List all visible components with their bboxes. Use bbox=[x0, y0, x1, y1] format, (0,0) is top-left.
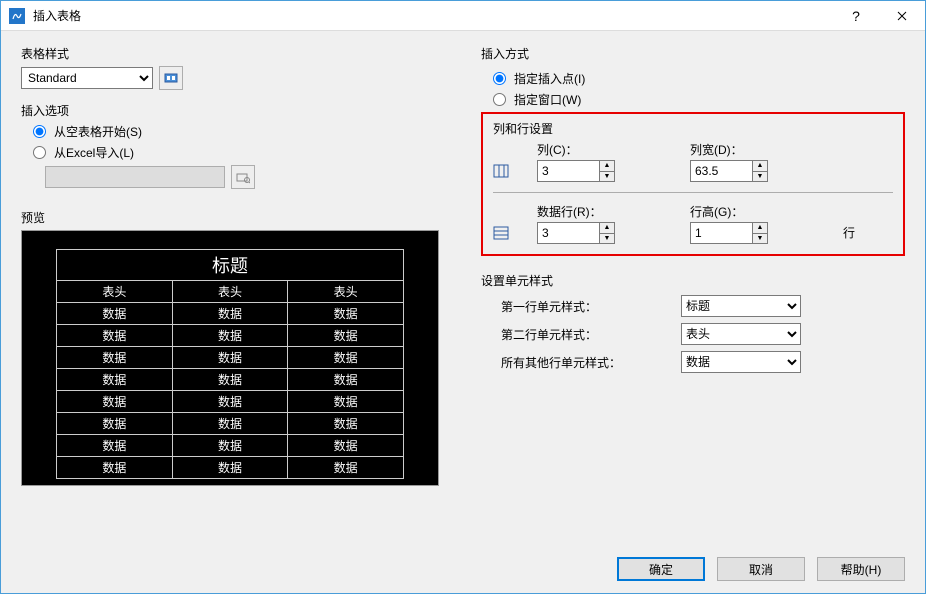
dialog-footer: 确定 取消 帮助(H) bbox=[617, 557, 905, 581]
preview-data-cell: 数据 bbox=[172, 325, 288, 347]
columns-input[interactable] bbox=[537, 160, 599, 182]
radio-empty-table[interactable] bbox=[33, 125, 46, 138]
preview-header-cell: 表头 bbox=[172, 281, 288, 303]
excel-path-input bbox=[45, 166, 225, 188]
preview-data-cell: 数据 bbox=[172, 347, 288, 369]
preview-data-cell: 数据 bbox=[288, 325, 404, 347]
row-height-up[interactable]: ▲ bbox=[753, 223, 767, 234]
col-width-down[interactable]: ▼ bbox=[753, 172, 767, 182]
radio-empty-table-label: 从空表格开始(S) bbox=[54, 123, 142, 140]
preview-data-cell: 数据 bbox=[57, 369, 173, 391]
preview-data-cell: 数据 bbox=[288, 391, 404, 413]
titlebar: 插入表格 ? bbox=[1, 1, 925, 31]
col-row-settings-label: 列和行设置 bbox=[493, 120, 893, 137]
browse-file-button[interactable] bbox=[231, 165, 255, 189]
cancel-button[interactable]: 取消 bbox=[717, 557, 805, 581]
ok-button[interactable]: 确定 bbox=[617, 557, 705, 581]
dialog-title: 插入表格 bbox=[33, 7, 833, 24]
rows-icon bbox=[493, 225, 509, 241]
data-rows-label: 数据行(R)： bbox=[537, 203, 682, 220]
insert-options-label: 插入选项 bbox=[21, 102, 451, 119]
columns-spinner[interactable]: ▲▼ bbox=[537, 160, 682, 182]
preview-table: 标题 表头表头表头 数据数据数据数据数据数据数据数据数据数据数据数据数据数据数据… bbox=[56, 249, 404, 479]
data-rows-down[interactable]: ▼ bbox=[600, 234, 614, 244]
preview-data-cell: 数据 bbox=[288, 303, 404, 325]
table-style-select[interactable]: Standard bbox=[21, 67, 153, 89]
cell-style-label: 设置单元样式 bbox=[481, 272, 905, 289]
second-row-style-label: 第二行单元样式： bbox=[501, 326, 681, 343]
help-button-footer[interactable]: 帮助(H) bbox=[817, 557, 905, 581]
columns-up[interactable]: ▲ bbox=[600, 161, 614, 172]
preview-data-cell: 数据 bbox=[57, 325, 173, 347]
row-height-spinner[interactable]: ▲▼ bbox=[690, 222, 835, 244]
preview-data-cell: 数据 bbox=[288, 369, 404, 391]
preview-title-cell: 标题 bbox=[57, 250, 404, 281]
columns-down[interactable]: ▼ bbox=[600, 172, 614, 182]
preview-data-cell: 数据 bbox=[172, 457, 288, 479]
row-height-input[interactable] bbox=[690, 222, 752, 244]
first-row-style-select[interactable]: 标题 bbox=[681, 295, 801, 317]
preview-header-cell: 表头 bbox=[288, 281, 404, 303]
preview-data-cell: 数据 bbox=[57, 457, 173, 479]
table-style-label: 表格样式 bbox=[21, 45, 451, 62]
preview-data-cell: 数据 bbox=[57, 303, 173, 325]
radio-insert-point-label: 指定插入点(I) bbox=[514, 70, 585, 87]
preview-data-cell: 数据 bbox=[57, 347, 173, 369]
preview-data-cell: 数据 bbox=[288, 435, 404, 457]
preview-data-cell: 数据 bbox=[172, 413, 288, 435]
columns-label: 列(C)： bbox=[537, 141, 682, 158]
col-width-spinner[interactable]: ▲▼ bbox=[690, 160, 835, 182]
style-preview-button[interactable] bbox=[159, 66, 183, 90]
radio-insert-point[interactable] bbox=[493, 72, 506, 85]
preview-header-cell: 表头 bbox=[57, 281, 173, 303]
radio-insert-window-label: 指定窗口(W) bbox=[514, 91, 581, 108]
preview-data-cell: 数据 bbox=[288, 457, 404, 479]
radio-excel-import[interactable] bbox=[33, 146, 46, 159]
row-height-label: 行高(G)： bbox=[690, 203, 835, 220]
preview-data-cell: 数据 bbox=[288, 413, 404, 435]
data-rows-spinner[interactable]: ▲▼ bbox=[537, 222, 682, 244]
col-row-settings-group: 列和行设置 列(C)： ▲▼ 列宽(D)： bbox=[481, 112, 905, 256]
data-rows-input[interactable] bbox=[537, 222, 599, 244]
app-icon bbox=[9, 8, 25, 24]
preview-data-cell: 数据 bbox=[57, 435, 173, 457]
preview-data-cell: 数据 bbox=[172, 303, 288, 325]
insert-table-dialog: 插入表格 ? 表格样式 Standard 插入选项 从空表格开始(S) bbox=[0, 0, 926, 594]
radio-insert-window[interactable] bbox=[493, 93, 506, 106]
insert-mode-label: 插入方式 bbox=[481, 45, 905, 62]
col-width-up[interactable]: ▲ bbox=[753, 161, 767, 172]
preview-canvas: 标题 表头表头表头 数据数据数据数据数据数据数据数据数据数据数据数据数据数据数据… bbox=[21, 230, 439, 486]
preview-data-cell: 数据 bbox=[172, 435, 288, 457]
other-row-style-select[interactable]: 数据 bbox=[681, 351, 801, 373]
close-button[interactable] bbox=[879, 1, 925, 31]
col-width-input[interactable] bbox=[690, 160, 752, 182]
columns-icon bbox=[493, 163, 509, 179]
other-row-style-label: 所有其他行单元样式： bbox=[501, 354, 681, 371]
preview-data-cell: 数据 bbox=[57, 413, 173, 435]
help-button[interactable]: ? bbox=[833, 1, 879, 31]
preview-label: 预览 bbox=[21, 209, 451, 226]
second-row-style-select[interactable]: 表头 bbox=[681, 323, 801, 345]
radio-excel-import-label: 从Excel导入(L) bbox=[54, 144, 134, 161]
row-height-unit: 行 bbox=[843, 224, 893, 244]
preview-data-cell: 数据 bbox=[172, 391, 288, 413]
preview-data-cell: 数据 bbox=[172, 369, 288, 391]
first-row-style-label: 第一行单元样式： bbox=[501, 298, 681, 315]
data-rows-up[interactable]: ▲ bbox=[600, 223, 614, 234]
preview-data-cell: 数据 bbox=[57, 391, 173, 413]
row-height-down[interactable]: ▼ bbox=[753, 234, 767, 244]
col-width-label: 列宽(D)： bbox=[690, 141, 835, 158]
preview-data-cell: 数据 bbox=[288, 347, 404, 369]
